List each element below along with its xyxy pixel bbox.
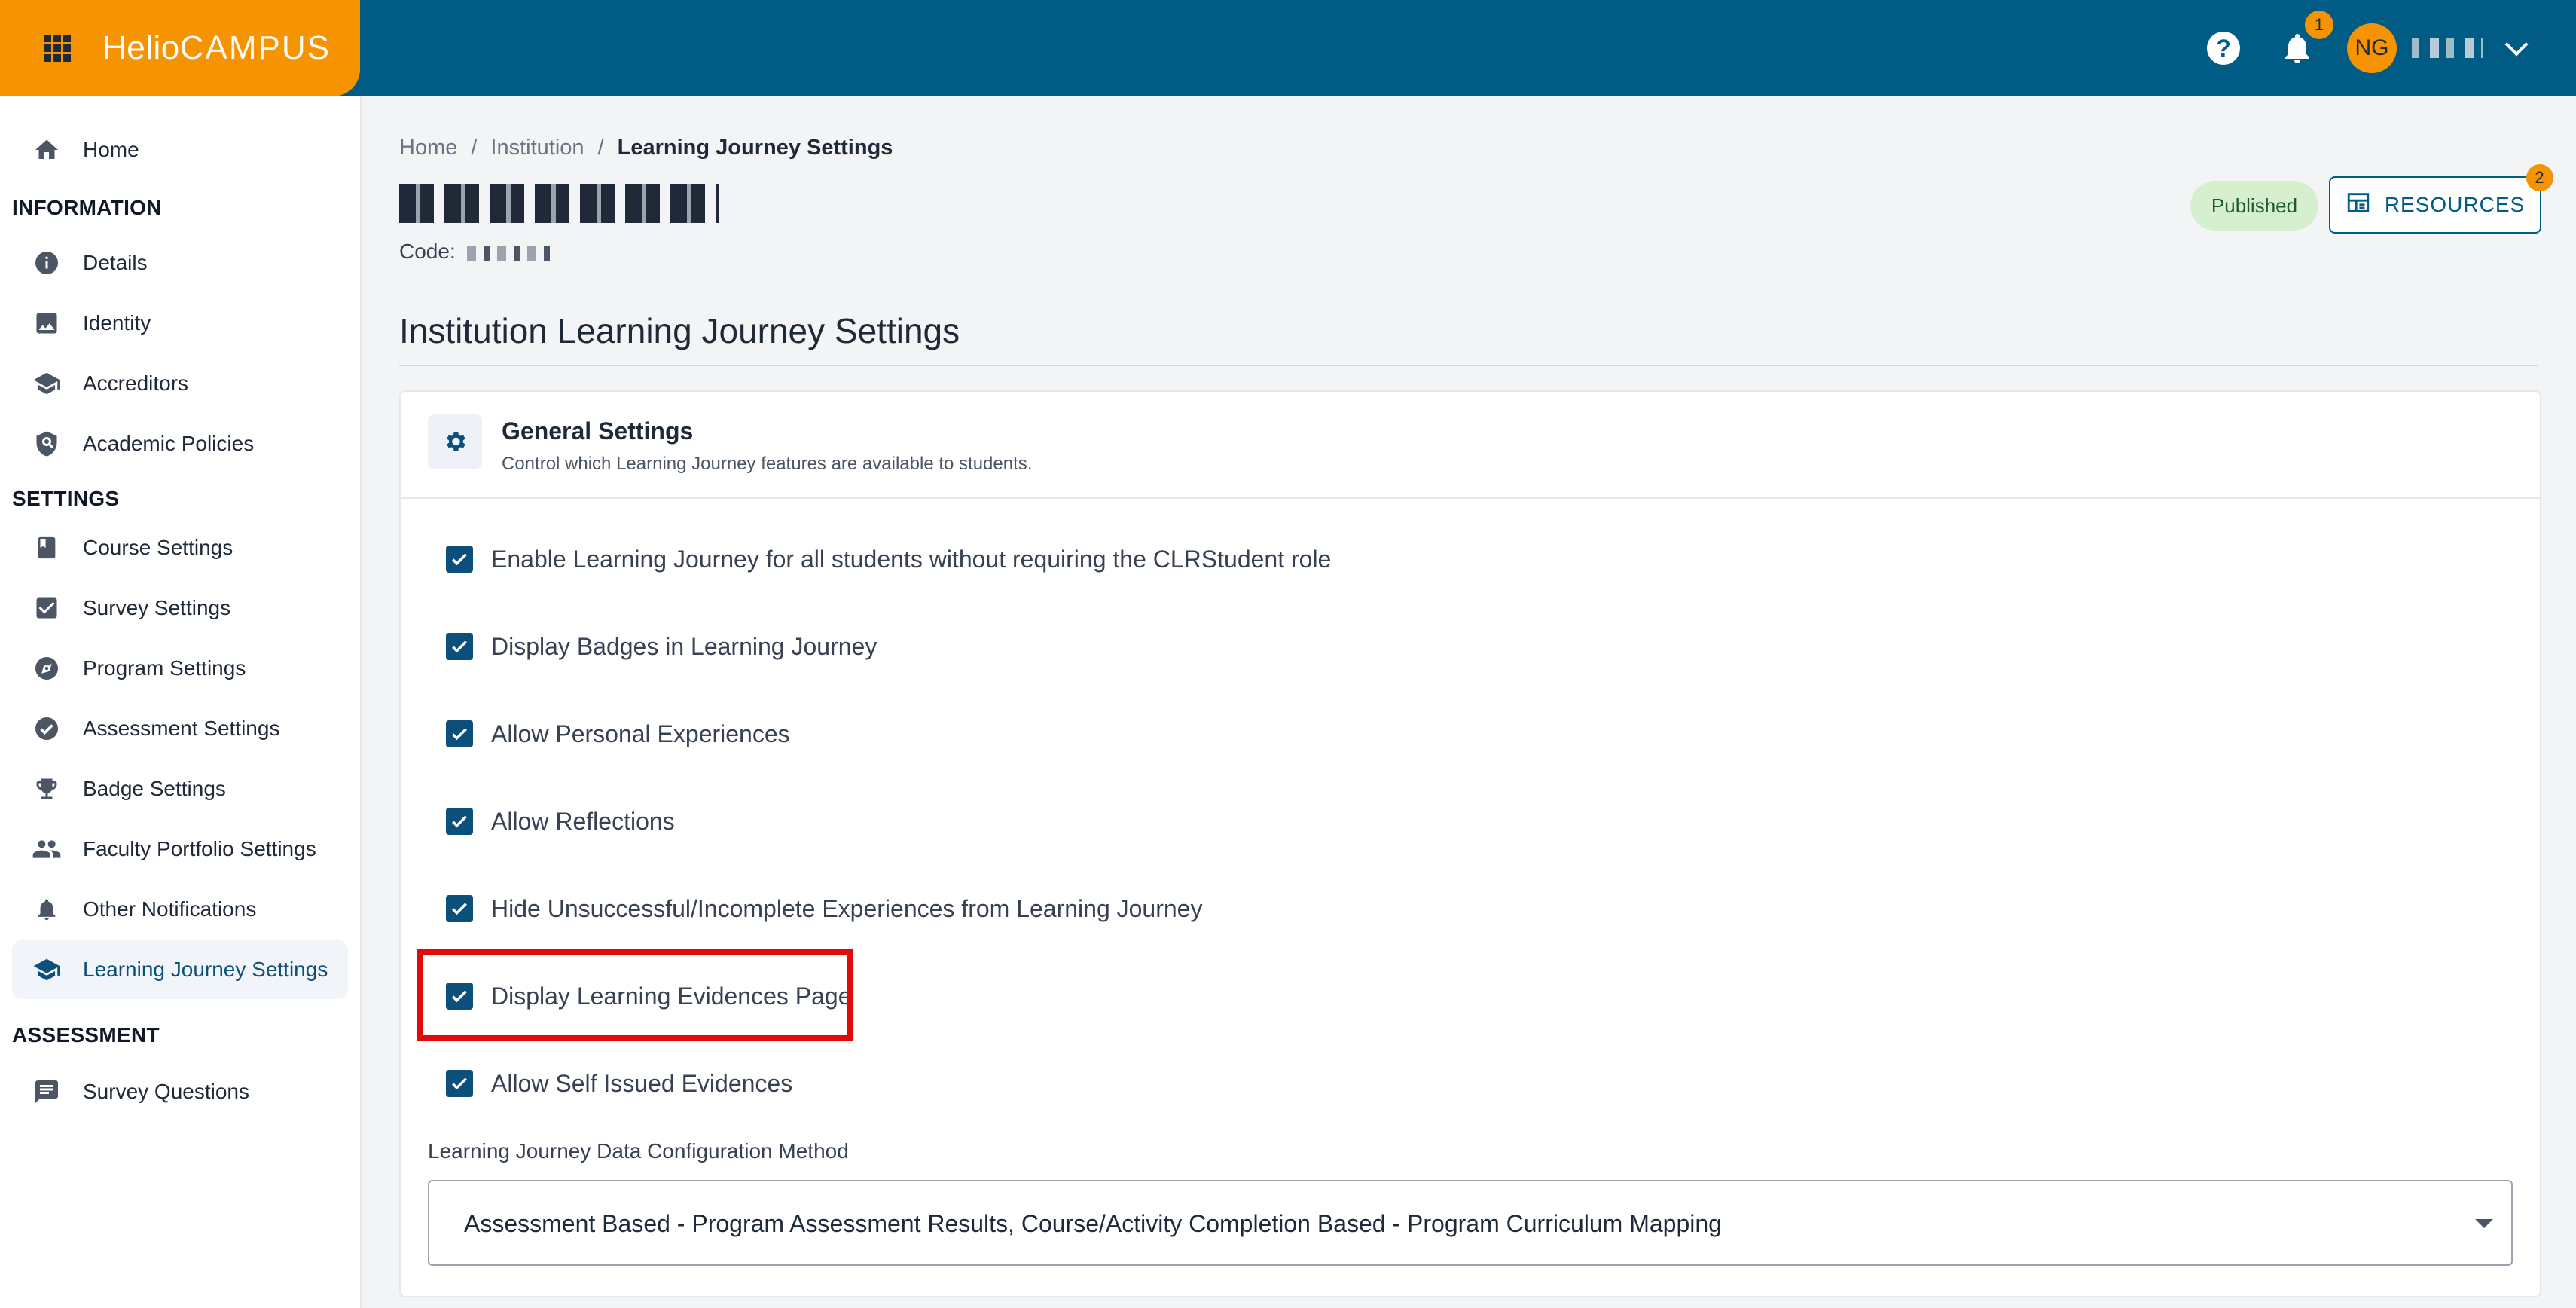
sidebar-item-assessment-settings[interactable]: Assessment Settings bbox=[12, 699, 348, 758]
checkbox-checked[interactable] bbox=[446, 1070, 473, 1097]
option-allow-reflections[interactable]: Allow Reflections bbox=[446, 799, 675, 844]
checkbox-checked[interactable] bbox=[446, 720, 473, 747]
general-settings-card: General Settings Control which Learning … bbox=[399, 390, 2541, 1297]
code-label: Code: bbox=[399, 240, 456, 263]
image-icon bbox=[32, 308, 62, 338]
helio-campus-logo[interactable]: HelioCAMPUS bbox=[102, 29, 331, 67]
notifications-button[interactable]: 1 bbox=[2279, 11, 2333, 66]
section-settings: SETTINGS bbox=[12, 487, 120, 510]
sidebar-item-academic-policies[interactable]: Academic Policies bbox=[12, 414, 348, 473]
resources-label: RESOURCES bbox=[2384, 193, 2526, 216]
option-allow-self-issued-evidences[interactable]: Allow Self Issued Evidences bbox=[446, 1061, 792, 1106]
option-enable-learning-journey[interactable]: Enable Learning Journey for all students… bbox=[446, 536, 1331, 582]
checkbox-checked[interactable] bbox=[446, 633, 473, 660]
status-badge: Published bbox=[2190, 181, 2318, 231]
option-allow-personal-experiences[interactable]: Allow Personal Experiences bbox=[446, 711, 790, 756]
sidebar-item-survey-questions[interactable]: Survey Questions bbox=[12, 1062, 348, 1121]
breadcrumb-current: Learning Journey Settings bbox=[617, 136, 893, 160]
card-header: General Settings Control which Learning … bbox=[401, 392, 2540, 499]
compass-icon bbox=[32, 653, 62, 683]
top-bar: HelioCAMPUS ? 1 NG bbox=[0, 0, 2576, 96]
sidebar-item-other-notifications[interactable]: Other Notifications bbox=[12, 880, 348, 939]
sidebar-item-learning-journey-settings[interactable]: Learning Journey Settings bbox=[12, 940, 348, 999]
heading-divider bbox=[399, 365, 2538, 366]
check-circle-icon bbox=[32, 714, 62, 744]
info-icon bbox=[32, 248, 62, 278]
dropdown-caret-icon bbox=[2475, 1219, 2493, 1228]
resources-button[interactable]: RESOURCES 2 bbox=[2329, 164, 2553, 234]
user-avatar[interactable]: NG bbox=[2347, 23, 2397, 73]
chevron-down-icon[interactable] bbox=[2504, 32, 2529, 57]
sidebar: Home INFORMATION Details Identity Accred… bbox=[0, 96, 362, 1308]
resources-count-badge: 2 bbox=[2526, 164, 2553, 191]
apps-grid-icon[interactable] bbox=[44, 35, 71, 62]
checkbox-checked[interactable] bbox=[446, 808, 473, 835]
data-config-value: Assessment Based - Program Assessment Re… bbox=[464, 1210, 1722, 1237]
highlight-box bbox=[417, 949, 853, 1041]
card-subtitle: Control which Learning Journey features … bbox=[502, 454, 1033, 474]
option-hide-unsuccessful-experiences[interactable]: Hide Unsuccessful/Incomplete Experiences… bbox=[446, 886, 1202, 931]
user-name-redacted[interactable] bbox=[2412, 38, 2483, 58]
graduation-cap-icon bbox=[32, 955, 62, 985]
breadcrumb: Home / Institution / Learning Journey Se… bbox=[399, 136, 893, 160]
brand-area: HelioCAMPUS bbox=[0, 0, 360, 96]
dashboard-icon bbox=[2346, 190, 2371, 221]
breadcrumb-home[interactable]: Home bbox=[399, 136, 457, 160]
book-icon bbox=[32, 533, 62, 563]
sidebar-item-survey-settings[interactable]: Survey Settings bbox=[12, 579, 348, 637]
page-title: Institution Learning Journey Settings bbox=[399, 311, 960, 350]
option-display-badges[interactable]: Display Badges in Learning Journey bbox=[446, 624, 877, 669]
checkbox-checked[interactable] bbox=[446, 895, 473, 922]
data-config-select[interactable]: Assessment Based - Program Assessment Re… bbox=[428, 1180, 2513, 1266]
sidebar-item-program-settings[interactable]: Program Settings bbox=[12, 639, 348, 698]
sidebar-item-accreditors[interactable]: Accreditors bbox=[12, 354, 348, 413]
trophy-icon bbox=[32, 774, 62, 804]
breadcrumb-institution[interactable]: Institution bbox=[490, 136, 584, 160]
policy-shield-icon bbox=[32, 429, 62, 459]
sidebar-item-course-settings[interactable]: Course Settings bbox=[12, 518, 348, 577]
graduation-cap-icon bbox=[32, 368, 62, 399]
section-assessment: ASSESSMENT bbox=[12, 1023, 160, 1047]
institution-name-redacted bbox=[399, 184, 719, 223]
data-config-label: Learning Journey Data Configuration Meth… bbox=[428, 1139, 849, 1163]
people-icon bbox=[32, 834, 62, 864]
sidebar-item-details[interactable]: Details bbox=[12, 234, 348, 292]
checkbox-icon bbox=[32, 593, 62, 623]
bell-icon bbox=[32, 894, 62, 924]
sidebar-item-badge-settings[interactable]: Badge Settings bbox=[12, 759, 348, 818]
sidebar-item-identity[interactable]: Identity bbox=[12, 294, 348, 353]
home-icon bbox=[32, 135, 62, 165]
chat-icon bbox=[32, 1077, 62, 1107]
notification-count-badge: 1 bbox=[2305, 11, 2333, 39]
sidebar-item-faculty-portfolio-settings[interactable]: Faculty Portfolio Settings bbox=[12, 820, 348, 879]
checkbox-checked[interactable] bbox=[446, 546, 473, 573]
sidebar-item-home[interactable]: Home bbox=[12, 121, 348, 179]
help-icon[interactable]: ? bbox=[2207, 32, 2240, 65]
section-information: INFORMATION bbox=[12, 196, 162, 219]
card-title: General Settings bbox=[502, 417, 694, 445]
gear-icon bbox=[428, 414, 482, 469]
institution-code-redacted bbox=[467, 246, 551, 261]
